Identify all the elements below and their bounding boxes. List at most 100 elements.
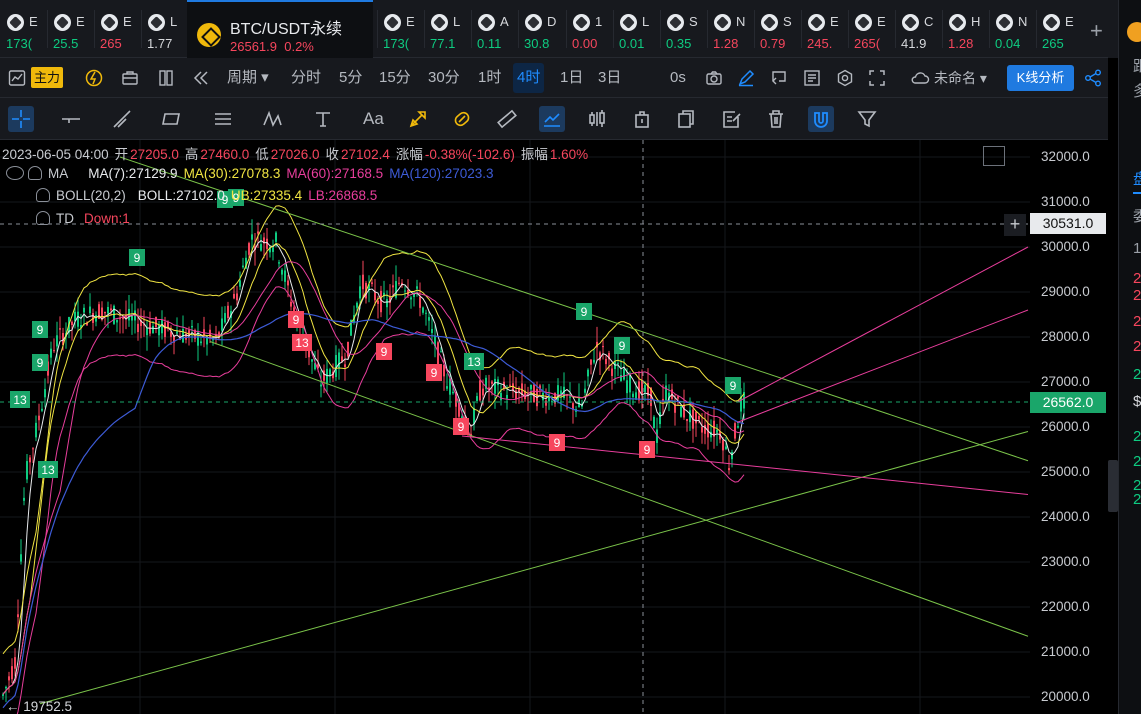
candle-body [104, 311, 106, 314]
settings-gear-icon[interactable] [836, 69, 854, 87]
ticker-tab[interactable]: S 0.79 [754, 0, 800, 58]
ma-indicator-row[interactable]: MA MA(7):27129.9 MA(30):27078.3 MA(60):2716… [6, 166, 500, 181]
price-chart[interactable]: 9 9 13 9 13 9 9 9 9 13 9 9 13 9 9 9 9 9 2023-06-05 04:00 开… [0, 140, 1108, 714]
timeframe-1[interactable]: 5分 [339, 58, 362, 98]
ticker-tab[interactable]: E 173( [0, 0, 46, 58]
ticker-tab[interactable]: C 41.9 [895, 0, 941, 58]
ticker-tab[interactable]: E 25.5 [47, 0, 93, 58]
panel-resize-handle[interactable] [1108, 460, 1118, 512]
timeframe-0[interactable]: 分时 [291, 58, 321, 98]
parallel-lines-tool-icon[interactable] [210, 106, 236, 132]
timeframe-6[interactable]: 1日 [560, 58, 583, 98]
td-indicator-row[interactable]: TD Down:1 [36, 211, 136, 226]
crosshair-add-icon[interactable]: + [1004, 214, 1026, 236]
ticker-tab[interactable]: E 265( [848, 0, 894, 58]
ticker-price: 0.04 [995, 36, 1021, 51]
copy-icon[interactable] [673, 106, 699, 132]
layout-name-dropdown[interactable]: 未命名 ▾ [934, 58, 987, 98]
ticker-tab[interactable]: L 0.01 [613, 0, 659, 58]
cloud-icon[interactable] [910, 69, 930, 87]
main-indicator-chip[interactable]: 主力 [31, 67, 64, 88]
ticker-tab[interactable]: N 0.04 [989, 0, 1035, 58]
ticker-tab[interactable]: S 0.35 [660, 0, 706, 58]
candle-body [239, 280, 241, 287]
lightning-icon[interactable] [85, 69, 103, 87]
pencil-icon[interactable] [737, 69, 755, 87]
candlestick-icon[interactable] [584, 106, 610, 132]
timeframe-3[interactable]: 30分 [428, 58, 460, 98]
ticker-price: 0.00 [572, 36, 598, 51]
filter-icon[interactable] [854, 106, 880, 132]
rectangle-tool-icon[interactable] [159, 106, 185, 132]
briefcase-icon[interactable] [121, 69, 139, 87]
user-avatar-icon[interactable] [1127, 22, 1141, 42]
coin-icon [525, 14, 542, 31]
timeframe-7[interactable]: 3日 [598, 58, 621, 98]
ticker-tab[interactable]: E 265 [94, 0, 140, 58]
candle-body [275, 232, 277, 242]
fullscreen-icon[interactable] [868, 69, 886, 87]
share-icon[interactable] [1084, 69, 1102, 87]
kline-analysis-button[interactable]: K线分析 [1007, 65, 1074, 91]
text-tool-icon[interactable] [310, 106, 336, 132]
td-marker: 13 [292, 334, 312, 351]
ticker-tab[interactable]: L 77.1 [424, 0, 470, 58]
ticker-tab[interactable]: A 0.11 [471, 0, 517, 58]
ticker-tab[interactable]: N 1.28 [707, 0, 753, 58]
ticker-tab[interactable]: 1 0.00 [566, 0, 612, 58]
ticker-tab[interactable]: D 30.8 [518, 0, 564, 58]
alert-bell-icon[interactable] [36, 188, 50, 202]
timeframe-2[interactable]: 15分 [379, 58, 411, 98]
camera-icon[interactable] [705, 69, 723, 87]
edit-note-icon[interactable] [718, 106, 744, 132]
coin-icon [761, 14, 778, 31]
candle-body [26, 461, 28, 480]
period-dropdown[interactable]: 周期 ▾ [227, 58, 269, 98]
replay-icon[interactable] [770, 69, 788, 87]
ticker-tab[interactable]: E 173( [377, 0, 423, 58]
alert-bell-icon[interactable] [28, 166, 42, 180]
maximize-chart-icon[interactable] [983, 146, 1005, 166]
timeframe-4[interactable]: 1时 [478, 58, 501, 98]
trend-line-tool-icon[interactable] [109, 106, 135, 132]
boll-indicator-row[interactable]: BOLL(20,2) BOLL:27102.0 UB:27335.4 LB:26868… [36, 188, 383, 203]
td-name: TD [56, 211, 74, 226]
active-ticker-tab-btcusdt[interactable]: BTC/USDT永续 26561.9 0.2% [187, 0, 373, 58]
add-tab-icon[interactable]: + [1090, 18, 1103, 44]
font-size-icon[interactable]: Aa [360, 106, 386, 132]
td-marker-label: 9 [554, 436, 561, 450]
lock-icon[interactable] [629, 106, 655, 132]
magnet-tool-icon[interactable] [449, 106, 475, 132]
ticker-tab[interactable]: L 1.77 [141, 0, 187, 58]
timeframe-5[interactable]: 4时 [513, 63, 545, 93]
pattern-tool-icon[interactable] [259, 106, 285, 132]
ticker-tab[interactable]: H 1.28 [942, 0, 988, 58]
candle-body [224, 313, 226, 323]
magnet-snap-icon[interactable] [808, 106, 834, 132]
td-marker-label: 9 [37, 323, 44, 337]
chart-canvas[interactable]: 99139139 9991399139999 9 [0, 140, 1108, 714]
horizontal-line-tool-icon[interactable] [58, 106, 84, 132]
panel-cell: 多 [1133, 80, 1141, 101]
compare-icon[interactable] [803, 69, 821, 87]
ticker-tab[interactable]: E 265 [1036, 0, 1082, 58]
candle-chart-icon[interactable] [8, 69, 26, 87]
candle-body [632, 393, 634, 398]
alert-bell-icon[interactable] [36, 211, 50, 225]
candle-body [569, 396, 571, 398]
coin-icon [949, 14, 966, 31]
ticker-price: 0.35 [666, 36, 692, 51]
refresh-interval[interactable]: 0s [670, 58, 686, 98]
visibility-eye-icon[interactable] [6, 166, 24, 180]
ma60-line [2, 261, 745, 695]
trash-icon[interactable] [763, 106, 789, 132]
rewind-icon[interactable] [192, 69, 210, 87]
close-value: 27102.4 [341, 147, 390, 162]
crosshair-tool-icon[interactable] [8, 106, 34, 132]
layout-columns-icon[interactable] [157, 69, 175, 87]
brush-tool-icon[interactable] [405, 106, 431, 132]
ticker-tab[interactable]: E 245. [801, 0, 847, 58]
candle-body [197, 332, 199, 346]
ruler-tool-icon[interactable] [494, 106, 520, 132]
draw-mode-icon[interactable] [539, 106, 565, 132]
